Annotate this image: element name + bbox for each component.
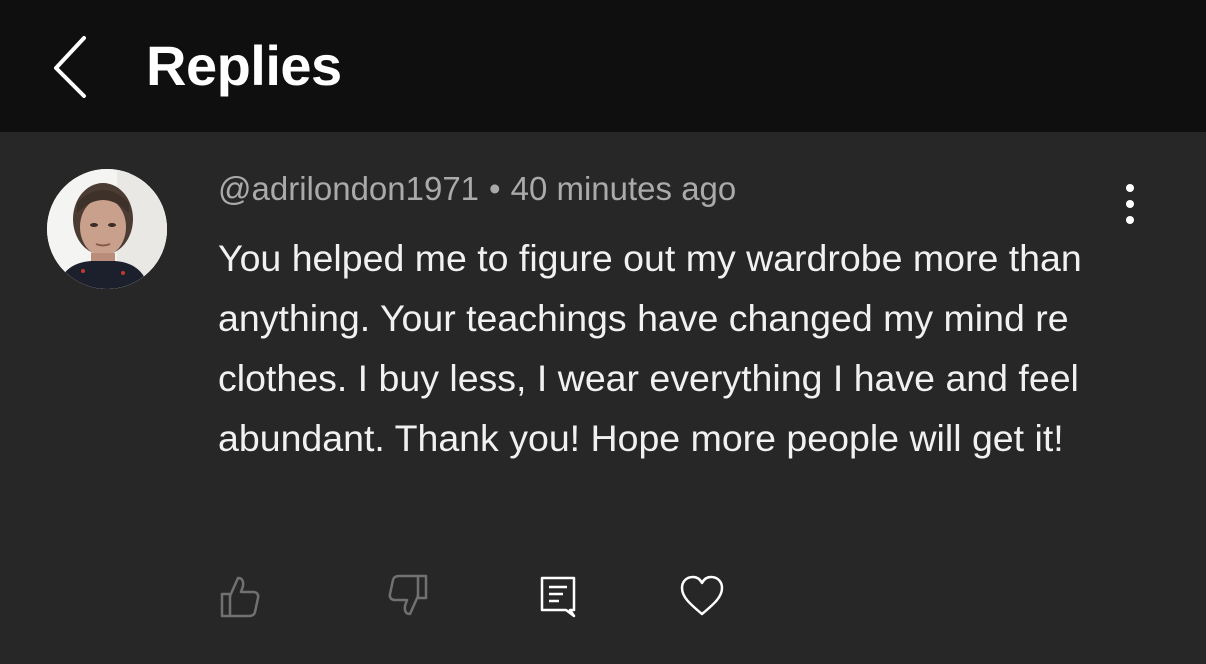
dislike-button[interactable] — [380, 568, 436, 624]
comment-text: You helped me to figure out my wardrobe … — [218, 237, 1082, 459]
more-vertical-icon — [1126, 184, 1134, 224]
avatar-photo — [47, 169, 167, 289]
heart-button[interactable] — [674, 568, 730, 624]
author-handle[interactable]: @adrilondon1971 — [218, 170, 479, 207]
heart-icon — [680, 575, 724, 616]
thumbs-up-icon — [220, 576, 260, 618]
comment-meta: @adrilondon1971 • 40 minutes ago — [218, 170, 736, 208]
more-options-button[interactable] — [1110, 182, 1150, 226]
comment-icon — [540, 576, 576, 618]
top-bar: Replies — [0, 0, 1206, 132]
like-button[interactable] — [212, 568, 268, 624]
back-button[interactable] — [44, 30, 104, 102]
page-title: Replies — [146, 34, 342, 97]
chevron-left-icon — [54, 36, 86, 98]
comment-time: 40 minutes ago — [510, 170, 737, 207]
thumbs-down-icon — [388, 574, 428, 616]
comment-card: @adrilondon1971 • 40 minutes ago You helpe… — [0, 132, 1206, 664]
meta-separator: • — [489, 170, 501, 207]
avatar[interactable] — [47, 169, 167, 289]
reply-button[interactable] — [530, 568, 586, 624]
